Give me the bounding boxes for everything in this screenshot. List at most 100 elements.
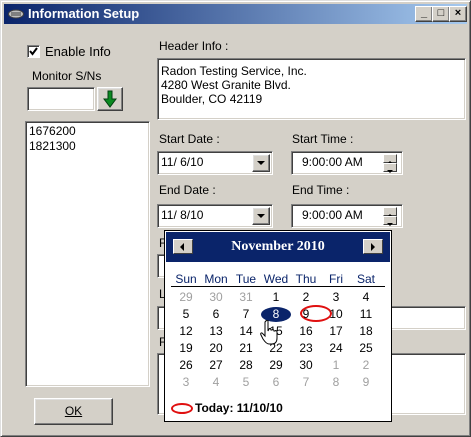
calendar-month-title[interactable]: November 2010: [166, 239, 390, 255]
calendar-day[interactable]: 11: [351, 306, 381, 323]
end-date-label: End Date :: [159, 183, 216, 197]
ok-button[interactable]: OK: [34, 398, 113, 425]
title-bar[interactable]: Information Setup _ □ ×: [4, 4, 467, 24]
spin-down-icon: [387, 170, 393, 173]
start-date-picker[interactable]: 11/ 6/10: [157, 151, 273, 175]
calendar-day[interactable]: 2: [351, 357, 381, 374]
header-line: Boulder, CO 42119: [161, 92, 263, 106]
calendar-day[interactable]: 7: [291, 374, 321, 391]
end-time-label: End Time :: [292, 183, 350, 197]
end-time-value: 9:00:00 AM: [302, 208, 363, 222]
header-line: 4280 West Granite Blvd.: [161, 78, 291, 92]
enable-info-label: Enable Info: [45, 44, 111, 59]
calendar-day[interactable]: 29: [171, 289, 201, 306]
calendar-day[interactable]: 4: [351, 289, 381, 306]
end-time-spinner[interactable]: [383, 207, 397, 226]
calendar-day[interactable]: 21: [231, 340, 261, 357]
calendar-day[interactable]: 27: [201, 357, 231, 374]
hand-cursor-icon: [260, 320, 278, 345]
minimize-button[interactable]: _: [415, 6, 433, 22]
calendar-day[interactable]: 26: [171, 357, 201, 374]
chevron-right-icon: [371, 243, 375, 251]
day-of-week-label: Sun: [175, 272, 197, 286]
day-of-week-label: Tue: [235, 272, 257, 286]
day-of-week-label: Thu: [295, 272, 317, 286]
header-info-textarea[interactable]: Radon Testing Service, Inc. 4280 West Gr…: [157, 58, 466, 120]
calendar-day[interactable]: 8: [321, 374, 351, 391]
start-date-value: 11/ 6/10: [161, 155, 204, 169]
calendar-day[interactable]: 6: [201, 306, 231, 323]
calendar-day[interactable]: 25: [351, 340, 381, 357]
checkmark-icon: [29, 47, 38, 56]
start-date-dropdown-button[interactable]: [252, 154, 270, 172]
start-time-value: 9:00:00 AM: [302, 155, 363, 169]
calendar-day[interactable]: 23: [291, 340, 321, 357]
spin-down-icon: [387, 223, 393, 226]
calendar-day[interactable]: 5: [171, 306, 201, 323]
calendar-header: November 2010: [166, 232, 390, 262]
spin-down-button[interactable]: [383, 216, 397, 226]
calendar-day[interactable]: 12: [171, 323, 201, 340]
end-date-picker[interactable]: 11/ 8/10: [157, 204, 273, 228]
header-info-label: Header Info :: [159, 39, 229, 53]
header-line: Radon Testing Service, Inc.: [161, 64, 307, 78]
calendar-day[interactable]: 29: [261, 357, 291, 374]
chevron-down-icon: [257, 161, 265, 165]
add-serial-button[interactable]: [97, 87, 123, 111]
serial-number-input[interactable]: [27, 87, 95, 111]
start-time-spinner[interactable]: [383, 154, 397, 173]
calendar-day[interactable]: 3: [321, 289, 351, 306]
calendar-day[interactable]: 2: [291, 289, 321, 306]
down-arrow-icon: [103, 90, 117, 108]
calendar-day[interactable]: 24: [321, 340, 351, 357]
ok-button-label: OK: [64, 404, 83, 418]
today-circle-icon: [171, 403, 193, 415]
calendar-divider: [171, 286, 385, 287]
end-date-dropdown-button[interactable]: [252, 207, 270, 225]
calendar-day[interactable]: 10: [321, 306, 351, 323]
list-item[interactable]: 1821300: [29, 139, 76, 153]
chevron-down-icon: [257, 214, 265, 218]
calendar-day[interactable]: 7: [231, 306, 261, 323]
information-setup-window: Information Setup _ □ × Enable Info Moni…: [0, 0, 471, 437]
calendar-day[interactable]: 28: [231, 357, 261, 374]
day-of-week-label: Wed: [263, 272, 289, 286]
calendar-day[interactable]: 30: [291, 357, 321, 374]
day-of-week-label: Fri: [329, 272, 343, 286]
calendar-day[interactable]: 4: [201, 374, 231, 391]
app-icon: [8, 9, 24, 19]
calendar-day[interactable]: 5: [231, 374, 261, 391]
close-button[interactable]: ×: [449, 6, 467, 22]
calendar-day[interactable]: 9: [351, 374, 381, 391]
calendar-day[interactable]: 30: [201, 289, 231, 306]
calendar-day[interactable]: 20: [201, 340, 231, 357]
calendar-day[interactable]: 17: [321, 323, 351, 340]
day-of-week-label: Sat: [356, 272, 375, 286]
calendar-day[interactable]: 18: [351, 323, 381, 340]
calendar-day[interactable]: 3: [171, 374, 201, 391]
spin-down-button[interactable]: [383, 163, 397, 173]
calendar-day[interactable]: 6: [261, 374, 291, 391]
maximize-button[interactable]: □: [432, 6, 450, 22]
today-label: Today: 11/10/10: [195, 401, 283, 415]
monitor-sns-label: Monitor S/Ns: [32, 69, 102, 83]
start-time-label: Start Time :: [292, 132, 354, 146]
window-title: Information Setup: [28, 6, 140, 21]
calendar-day[interactable]: 1: [321, 357, 351, 374]
calendar-day[interactable]: 1: [261, 289, 291, 306]
enable-info-checkbox[interactable]: [27, 45, 40, 58]
calendar-day[interactable]: 31: [231, 289, 261, 306]
today-link[interactable]: Today: 11/10/10: [171, 401, 283, 415]
next-month-button[interactable]: [363, 239, 383, 254]
list-item[interactable]: 1676200: [29, 124, 76, 138]
calendar-day[interactable]: 9: [291, 306, 321, 323]
spin-up-button[interactable]: [383, 207, 397, 217]
calendar-day[interactable]: 14: [231, 323, 261, 340]
serial-list[interactable]: 1676200 1821300: [25, 121, 150, 387]
calendar-day[interactable]: 19: [171, 340, 201, 357]
calendar-day[interactable]: 13: [201, 323, 231, 340]
end-date-value: 11/ 8/10: [161, 208, 204, 222]
spin-up-button[interactable]: [383, 154, 397, 164]
day-of-week-label: Mon: [204, 272, 228, 286]
calendar-day[interactable]: 16: [291, 323, 321, 340]
